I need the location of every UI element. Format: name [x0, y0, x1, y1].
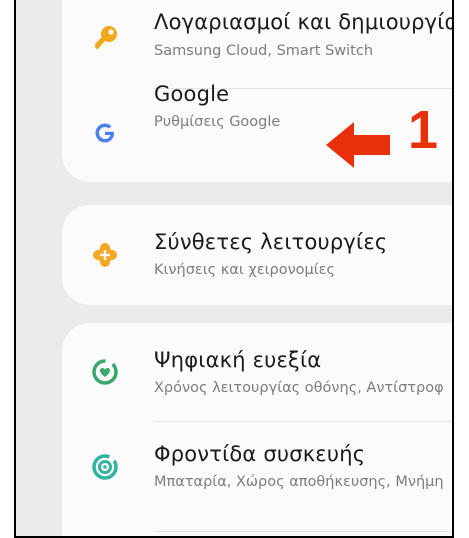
settings-item-title: Ψηφιακή ευεξία	[154, 348, 322, 372]
settings-item-subtitle: Χρόνος λειτουργίας οθόνης, Αντίστροφ	[154, 380, 444, 396]
settings-item-title: Λογαριασμοί και δημιουργία	[154, 10, 454, 34]
device-care-icon	[88, 450, 122, 484]
settings-item-advanced-features[interactable]: Σύνθετες λειτουργίες Κινήσεις και χειρον…	[62, 205, 452, 305]
settings-item-subtitle: Κινήσεις και χειρονομίες	[154, 262, 336, 278]
settings-item-subtitle: Ρυθμίσεις Google	[154, 114, 281, 130]
settings-item-title: Google	[154, 82, 230, 106]
settings-item-title: Σύνθετες λειτουργίες	[154, 230, 388, 254]
settings-card-advanced: Σύνθετες λειτουργίες Κινήσεις και χειρον…	[62, 205, 452, 305]
red-arrow-icon	[326, 122, 390, 168]
settings-item-google[interactable]: Google Ρυθμίσεις Google	[62, 82, 452, 174]
settings-item-subtitle: Samsung Cloud, Smart Switch	[154, 43, 374, 59]
phone-screen: Λογαριασμοί και δημιουργία Samsung Cloud…	[14, 0, 454, 538]
wellbeing-heart-icon	[88, 355, 122, 389]
settings-card-wellbeing: Ψηφιακή ευεξία Χρόνος λειτουργίας οθόνης…	[62, 323, 452, 536]
divider	[154, 531, 452, 532]
settings-item-digital-wellbeing[interactable]: Ψηφιακή ευεξία Χρόνος λειτουργίας οθόνης…	[62, 323, 452, 421]
google-g-icon	[88, 116, 122, 150]
settings-item-subtitle: Μπαταρία, Χώρος αποθήκευσης, Μνήμη	[154, 474, 444, 490]
settings-card-accounts: Λογαριασμοί και δημιουργία Samsung Cloud…	[62, 0, 454, 182]
puzzle-plus-icon	[88, 238, 122, 272]
step-number-label: 1	[408, 100, 439, 160]
settings-item-device-care[interactable]: Φροντίδα συσκευής Μπαταρία, Χώρος αποθήκ…	[62, 421, 452, 519]
settings-item-title: Φροντίδα συσκευής	[154, 442, 366, 466]
key-icon	[88, 22, 122, 56]
settings-item-accounts[interactable]: Λογαριασμοί και δημιουργία Samsung Cloud…	[62, 0, 454, 80]
